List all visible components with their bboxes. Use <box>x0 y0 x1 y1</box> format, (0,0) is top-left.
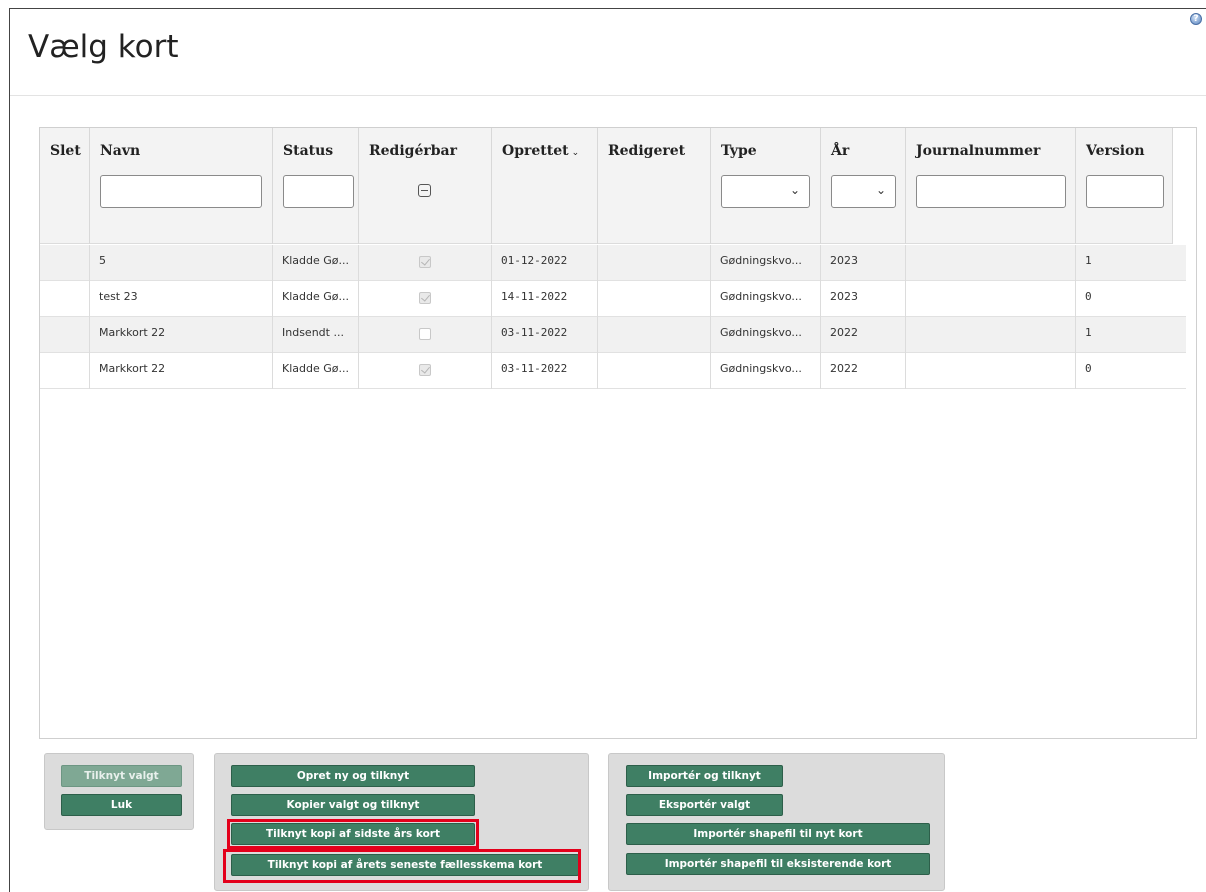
cell-aar: 2022 <box>821 317 906 353</box>
column-label: Oprettet ⌄ <box>502 143 597 159</box>
cell-version: 1 <box>1085 254 1092 267</box>
table-row[interactable]: test 23 Kladde Gø... 14-11-2022 Gødnings… <box>40 281 1186 317</box>
cell-redigeret <box>598 281 711 317</box>
cell-oprettet: 14-11-2022 <box>492 281 598 317</box>
redigerbar-checkbox <box>419 328 431 340</box>
cell-status: Kladde Gø... <box>273 353 359 389</box>
cell-journalnummer <box>906 281 1076 317</box>
column-label: Redigeret <box>608 143 686 159</box>
cell-oprettet: 03-11-2022 <box>492 317 598 353</box>
column-label: Status <box>283 143 334 159</box>
cell-aar: 2023 <box>821 245 906 281</box>
column-label: Type <box>721 143 757 159</box>
cell-redigeret <box>598 317 711 353</box>
filter-navn-input[interactable] <box>100 175 262 208</box>
cell-redigerbar <box>359 281 492 317</box>
kopier-valgt-button[interactable]: Kopier valgt og tilknyt <box>231 794 475 816</box>
redigerbar-checkbox <box>419 292 431 304</box>
cell-navn: Markkort 22 <box>90 317 273 353</box>
importer-shapefil-eksisterende-button[interactable]: Importér shapefil til eksisterende kort <box>626 853 930 875</box>
luk-button[interactable]: Luk <box>61 794 182 816</box>
column-header-slet[interactable]: Slet <box>40 128 90 244</box>
table-row[interactable]: Markkort 22 Indsendt ... 03-11-2022 Gødn… <box>40 317 1186 353</box>
cell-status: Indsendt ... <box>273 317 359 353</box>
cell-slet[interactable] <box>40 353 90 389</box>
redigerbar-filter-checkbox[interactable] <box>418 184 431 197</box>
filter-status-input[interactable] <box>283 175 354 208</box>
grid-header: Slet Navn Status Redigérbar Oprettet ⌄ Re… <box>40 128 1173 244</box>
cell-navn: test 23 <box>90 281 273 317</box>
cell-navn: 5 <box>90 245 273 281</box>
cell-aar: 2022 <box>821 353 906 389</box>
cell-version: 1 <box>1085 326 1092 339</box>
table-row[interactable]: 5 Kladde Gø... 01-12-2022 Gødningskvo...… <box>40 245 1186 281</box>
cell-oprettet: 03-11-2022 <box>492 353 598 389</box>
cell-version: 0 <box>1085 362 1092 375</box>
panel-create-actions: Opret ny og tilknyt Kopier valgt og tilk… <box>214 753 589 891</box>
page-title: Vælg kort <box>28 29 179 65</box>
cell-slet[interactable] <box>40 281 90 317</box>
chevron-down-icon: ⌄ <box>875 183 886 197</box>
panel-import-export-actions: Importér og tilknyt Eksportér valgt Impo… <box>608 753 945 891</box>
cell-journalnummer <box>906 317 1076 353</box>
cell-status: Kladde Gø... <box>273 245 359 281</box>
importer-tilknyt-button[interactable]: Importér og tilknyt <box>626 765 783 787</box>
opret-ny-button[interactable]: Opret ny og tilknyt <box>231 765 475 787</box>
cell-slet[interactable] <box>40 317 90 353</box>
help-icon[interactable]: ? <box>1190 13 1202 25</box>
cell-slet[interactable] <box>40 245 90 281</box>
cell-navn: Markkort 22 <box>90 353 273 389</box>
cell-version: 0 <box>1085 290 1092 303</box>
cell-journalnummer <box>906 245 1076 281</box>
tilknyt-sidste-aars-kort-button[interactable]: Tilknyt kopi af sidste års kort <box>231 823 475 845</box>
column-label: År <box>831 143 850 159</box>
cell-redigerbar <box>359 245 492 281</box>
cell-type: Gødningskvo... <box>711 245 821 281</box>
table-row[interactable]: Markkort 22 Kladde Gø... 03-11-2022 Gødn… <box>40 353 1186 389</box>
column-label: Redigérbar <box>369 143 457 159</box>
cell-type: Gødningskvo... <box>711 317 821 353</box>
title-divider <box>10 95 1206 96</box>
cell-aar: 2023 <box>821 281 906 317</box>
maps-grid: Slet Navn Status Redigérbar Oprettet ⌄ Re… <box>39 127 1197 739</box>
column-label: Version <box>1086 143 1145 159</box>
column-label: Journalnummer <box>916 143 1041 159</box>
cell-redigerbar <box>359 317 492 353</box>
dialog-window: ? Vælg kort Slet Navn Status Redigérbar … <box>9 8 1206 892</box>
redigerbar-checkbox <box>419 256 431 268</box>
cell-type: Gødningskvo... <box>711 353 821 389</box>
column-label: Slet <box>50 143 81 159</box>
redigerbar-checkbox <box>419 364 431 376</box>
cell-type: Gødningskvo... <box>711 281 821 317</box>
importer-shapefil-nyt-button[interactable]: Importér shapefil til nyt kort <box>626 823 930 845</box>
panel-primary-actions: Tilknyt valgt Luk <box>44 753 194 830</box>
filter-journalnummer-input[interactable] <box>916 175 1066 208</box>
column-header-redigeret[interactable]: Redigeret <box>598 128 711 244</box>
cell-status: Kladde Gø... <box>273 281 359 317</box>
chevron-down-icon: ⌄ <box>789 183 800 197</box>
column-label: Navn <box>100 143 141 159</box>
eksporter-valgt-button[interactable]: Eksportér valgt <box>626 794 783 816</box>
cell-journalnummer <box>906 353 1076 389</box>
filter-type-select[interactable]: ⌄ <box>721 175 810 208</box>
cell-redigeret <box>598 245 711 281</box>
cell-redigeret <box>598 353 711 389</box>
sort-chevron-icon: ⌄ <box>571 148 580 158</box>
column-header-oprettet[interactable]: Oprettet ⌄ <box>492 128 598 244</box>
filter-version-input[interactable] <box>1086 175 1164 208</box>
tilknyt-faellesskema-kort-button[interactable]: Tilknyt kopi af årets seneste fællesskem… <box>231 854 579 876</box>
column-label-text: Oprettet <box>502 143 569 159</box>
cell-redigerbar <box>359 353 492 389</box>
cell-oprettet: 01-12-2022 <box>492 245 598 281</box>
filter-aar-select[interactable]: ⌄ <box>831 175 896 208</box>
tilknyt-valgt-button[interactable]: Tilknyt valgt <box>61 765 182 787</box>
